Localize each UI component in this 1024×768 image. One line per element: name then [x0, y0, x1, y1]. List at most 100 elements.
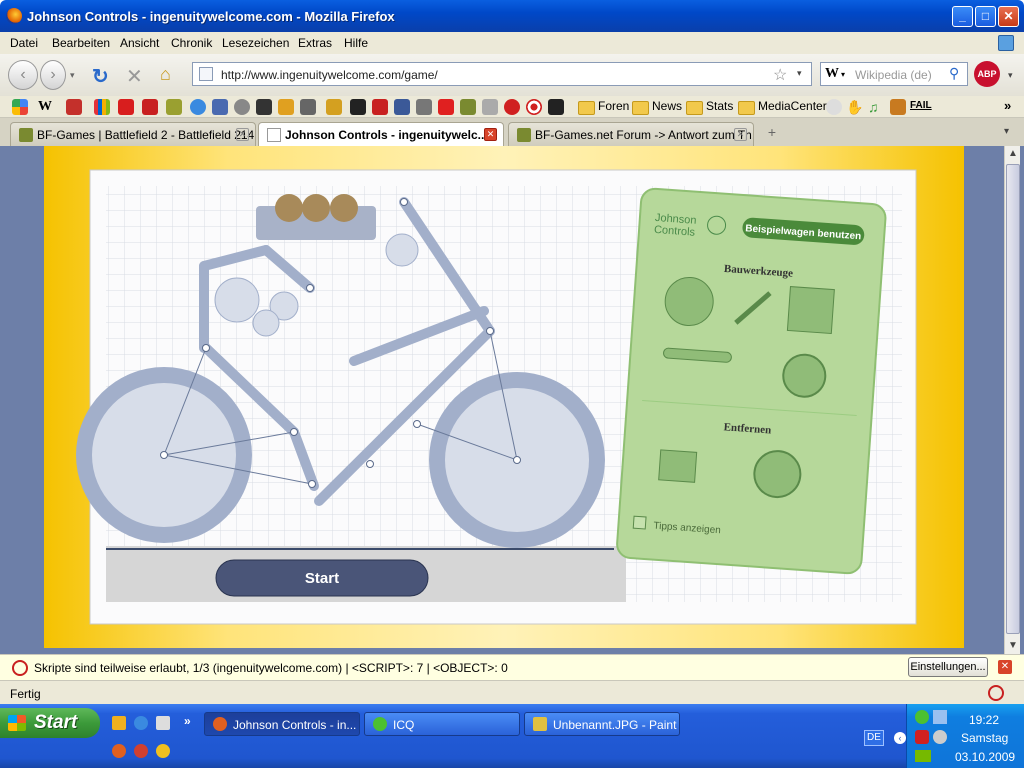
close-window-button[interactable]: ✕: [998, 6, 1019, 27]
wikipedia-bookmark-icon[interactable]: W: [38, 99, 54, 115]
language-indicator[interactable]: DE: [864, 730, 884, 746]
menu-bearbeiten[interactable]: Bearbeiten: [52, 36, 110, 50]
hand-icon[interactable]: ✋: [846, 99, 863, 115]
search-icon[interactable]: ⚲: [949, 65, 959, 82]
music-icon[interactable]: ♫: [868, 99, 884, 115]
maximize-button[interactable]: □: [975, 6, 996, 27]
remove-object-icon[interactable]: [658, 449, 698, 483]
menu-lesezeichen[interactable]: Lesezeichen: [222, 36, 289, 50]
pca-icon[interactable]: [548, 99, 564, 115]
chat-icon[interactable]: [234, 99, 250, 115]
start-button-os[interactable]: Start: [0, 708, 100, 738]
sparkasse-icon[interactable]: [438, 99, 454, 115]
reload-icon[interactable]: ↻: [92, 64, 109, 89]
fail-icon[interactable]: FAIL: [910, 100, 932, 111]
money-icon[interactable]: [460, 99, 476, 115]
new-tab-button[interactable]: +: [760, 124, 784, 144]
tab-bf-games[interactable]: BF-Games | Battlefield 2 - Battlefield 2…: [10, 122, 256, 146]
noscript-status-icon[interactable]: [988, 685, 1004, 701]
back-button[interactable]: ‹: [8, 60, 38, 90]
menu-extras[interactable]: Extras: [298, 36, 332, 50]
tab-close-icon[interactable]: ✕: [484, 128, 497, 141]
globe-icon[interactable]: [190, 99, 206, 115]
engine-dropdown-icon[interactable]: ▾: [841, 70, 845, 79]
folder-mediacenter[interactable]: MediaCenter: [738, 99, 827, 115]
close-scriptbar-icon[interactable]: ✕: [998, 660, 1012, 674]
network-tray-icon[interactable]: [933, 710, 947, 724]
lines-icon[interactable]: [482, 99, 498, 115]
tray-expand-icon[interactable]: ‹: [894, 732, 906, 744]
search-box[interactable]: W ▾ Wikipedia (de) ⚲: [820, 62, 968, 86]
tab-list-icon[interactable]: ▾: [1004, 126, 1009, 137]
z-site-icon[interactable]: [142, 99, 158, 115]
more-bookmarks-icon[interactable]: »: [1004, 98, 1011, 113]
nvidia-tray-icon[interactable]: [915, 750, 931, 762]
antivirus-tray-icon[interactable]: [915, 730, 929, 744]
folder-foren[interactable]: Foren: [578, 99, 629, 115]
quicklaunch-opera-icon[interactable]: [134, 744, 148, 758]
facebook-icon[interactable]: [394, 99, 410, 115]
quicklaunch-app-icon[interactable]: [156, 744, 170, 758]
media-icon[interactable]: [504, 99, 520, 115]
task-firefox[interactable]: Johnson Controls - in...: [204, 712, 360, 736]
quicklaunch-desktop-icon[interactable]: [156, 716, 170, 730]
device-icon[interactable]: [416, 99, 432, 115]
address-bar[interactable]: http://www.ingenuitywelcome.com/game/ ☆ …: [192, 62, 812, 86]
star-bookmark-icon[interactable]: ☆: [773, 65, 787, 85]
tab-close-icon[interactable]: ✕: [734, 128, 747, 141]
grid-icon[interactable]: [278, 99, 294, 115]
history-dropdown-icon[interactable]: ▾: [70, 70, 75, 81]
download-icon[interactable]: [998, 35, 1014, 51]
quicklaunch-firefox-icon[interactable]: [112, 744, 126, 758]
tab-close-icon[interactable]: ✕: [236, 128, 249, 141]
acrobat-icon[interactable]: [118, 99, 134, 115]
download-arrow-icon[interactable]: [350, 99, 366, 115]
gecko-icon[interactable]: [166, 99, 182, 115]
ebay-icon[interactable]: [94, 99, 110, 115]
quicklaunch-winamp-icon[interactable]: [112, 716, 126, 730]
task-paint[interactable]: Unbenannt.JPG - Paint: [524, 712, 680, 736]
menu-hilfe[interactable]: Hilfe: [344, 36, 368, 50]
quicklaunch-more-icon[interactable]: »: [184, 714, 191, 728]
burger-icon[interactable]: [890, 99, 906, 115]
scrollbar-thumb[interactable]: [1006, 164, 1020, 634]
abp-dropdown-icon[interactable]: ▾: [1008, 70, 1013, 81]
stack-icon[interactable]: [212, 99, 228, 115]
tips-checkbox[interactable]: [632, 515, 647, 530]
menu-ansicht[interactable]: Ansicht: [120, 36, 159, 50]
tab-johnson-controls[interactable]: Johnson Controls - ingenuitywelc... ✕: [258, 122, 504, 147]
small-wheel[interactable]: [214, 277, 260, 323]
small-wheel[interactable]: [252, 309, 280, 337]
minimize-button[interactable]: _: [952, 6, 973, 27]
youtube-icon[interactable]: [66, 99, 82, 115]
square-tool-icon[interactable]: [786, 285, 835, 335]
page-bookmark-icon[interactable]: [300, 99, 316, 115]
icq-tray-icon[interactable]: [915, 710, 929, 724]
home-icon[interactable]: ⌂: [160, 64, 171, 85]
icq-flower-icon: [373, 717, 387, 731]
quicklaunch-ie-icon[interactable]: [134, 716, 148, 730]
small-wheel[interactable]: [385, 233, 419, 267]
task-icq[interactable]: ICQ: [364, 712, 520, 736]
tab-bf-forum[interactable]: BF-Games.net Forum -> Antwort zum Th... …: [508, 122, 754, 146]
stop-icon[interactable]: ✕: [126, 64, 143, 89]
forward-button[interactable]: ›: [40, 60, 66, 90]
scroll-up-icon[interactable]: ▲: [1008, 148, 1018, 159]
target-icon[interactable]: [526, 99, 542, 115]
adblock-icon[interactable]: ABP: [974, 61, 1000, 87]
settings-button[interactable]: Einstellungen...: [908, 657, 988, 677]
menu-datei[interactable]: Datei: [10, 36, 38, 50]
tv-icon[interactable]: [256, 99, 272, 115]
volume-tray-icon[interactable]: [933, 730, 947, 744]
folder-news[interactable]: News: [632, 99, 682, 115]
folder-stats[interactable]: Stats: [686, 99, 733, 115]
url-dropdown-icon[interactable]: ▾: [797, 68, 802, 79]
wikipedia-icon[interactable]: W: [825, 66, 839, 82]
game-canvas[interactable]: Start Johnson Controls Beispielwagen ben…: [44, 146, 964, 648]
scroll-down-icon[interactable]: ▼: [1008, 640, 1018, 651]
menu-chronik[interactable]: Chronik: [171, 36, 212, 50]
google-icon[interactable]: [12, 99, 28, 115]
bank-icon[interactable]: [326, 99, 342, 115]
vertical-scrollbar[interactable]: ▲ ▼: [1004, 146, 1020, 654]
news-icon[interactable]: [372, 99, 388, 115]
